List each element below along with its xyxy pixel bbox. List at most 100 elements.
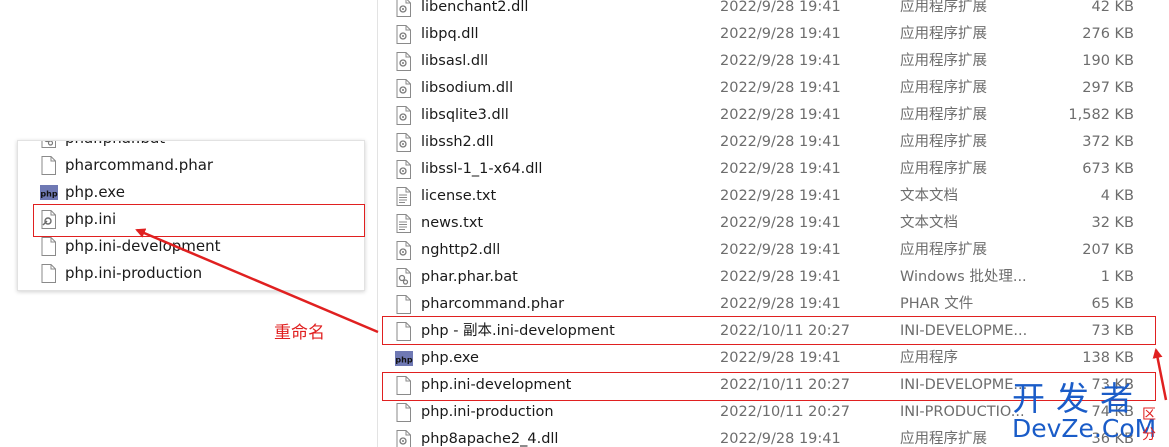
file-date: 2022/10/11 20:27 bbox=[720, 377, 850, 393]
file-name: pharcommand.phar bbox=[421, 296, 565, 312]
file-name: libsasl.dll bbox=[421, 53, 489, 69]
file-name: phar.phar.bat bbox=[421, 269, 518, 285]
file-name: libssl-1_1-x64.dll bbox=[421, 161, 543, 177]
file-date: 2022/9/28 19:41 bbox=[720, 242, 841, 258]
file-date: 2022/9/28 19:41 bbox=[720, 107, 841, 123]
zoom-file-row[interactable]: php php.exe bbox=[18, 179, 364, 206]
zoom-file-row[interactable]: php.ini-production bbox=[18, 260, 364, 287]
file-name: php.ini-production bbox=[421, 404, 554, 420]
dll-icon bbox=[395, 79, 413, 98]
file-type: 应用程序扩展 bbox=[900, 107, 987, 123]
file-date: 2022/9/28 19:41 bbox=[720, 296, 841, 312]
file-type: 应用程序扩展 bbox=[900, 242, 987, 258]
file-row[interactable]: php php.exe 2022/9/28 19:41 应用程序 138 KB bbox=[378, 345, 1169, 372]
file-row[interactable]: php.ini-development 2022/10/11 20:27 INI-D… bbox=[378, 372, 1169, 399]
file-type: INI-DEVELOPME... bbox=[900, 377, 1028, 393]
file-row[interactable]: phar.phar.bat 2022/9/28 19:41 Windows 批处理.… bbox=[378, 264, 1169, 291]
file-size: 1,582 KB bbox=[1068, 107, 1134, 123]
zoom-file-row[interactable]: php.ini-development bbox=[18, 233, 364, 260]
file-date: 2022/10/11 20:27 bbox=[720, 404, 850, 420]
file-size: 4 KB bbox=[1100, 188, 1134, 204]
file-name: php.exe bbox=[421, 350, 479, 366]
file-row[interactable]: libpq.dll 2022/9/28 19:41 应用程序扩展 276 KB bbox=[378, 21, 1169, 48]
file-type: 应用程序扩展 bbox=[900, 431, 987, 447]
text-file-icon bbox=[395, 214, 413, 233]
zoom-file-row[interactable]: php.ini bbox=[18, 206, 364, 233]
file-name: libsodium.dll bbox=[421, 80, 514, 96]
file-row[interactable]: php - 副本.ini-development 2022/10/11 20:27… bbox=[378, 318, 1169, 345]
file-name: libenchant2.dll bbox=[421, 0, 529, 15]
zoom-file-row[interactable] bbox=[18, 287, 364, 290]
file-size: 190 KB bbox=[1082, 53, 1134, 69]
file-type: INI-DEVELOPME... bbox=[900, 323, 1028, 339]
dll-icon bbox=[395, 52, 413, 71]
file-list-pane[interactable]: libenchant2.dll 2022/9/28 19:41 应用程序扩展 42 K… bbox=[377, 0, 1169, 447]
dll-icon bbox=[395, 106, 413, 125]
zoomed-file-list: phar.phar.batpharcommand.pharphpphp.exep… bbox=[17, 140, 365, 291]
file-type: 应用程序 bbox=[900, 350, 958, 366]
file-size: 297 KB bbox=[1082, 80, 1134, 96]
zoom-file-row[interactable]: pharcommand.phar bbox=[18, 152, 364, 179]
file-size: 138 KB bbox=[1082, 350, 1134, 366]
batch-file-icon bbox=[395, 268, 413, 287]
dll-icon bbox=[395, 430, 413, 447]
file-type: 文本文档 bbox=[900, 215, 958, 231]
file-date: 2022/9/28 19:41 bbox=[720, 80, 841, 96]
blank-file-icon bbox=[395, 376, 413, 395]
file-size: 1 KB bbox=[1100, 269, 1134, 285]
zoom-file-name: php.ini-development bbox=[65, 237, 221, 255]
file-size: 276 KB bbox=[1082, 26, 1134, 42]
file-row[interactable]: libssl-1_1-x64.dll 2022/9/28 19:41 应用程序扩展 6… bbox=[378, 156, 1169, 183]
file-size: 74 KB bbox=[1091, 404, 1134, 420]
file-name: libsqlite3.dll bbox=[421, 107, 509, 123]
dll-icon bbox=[395, 241, 413, 260]
blank-file-icon bbox=[40, 264, 58, 283]
file-size: 673 KB bbox=[1082, 161, 1134, 177]
file-size: 207 KB bbox=[1082, 242, 1134, 258]
dll-icon bbox=[395, 160, 413, 179]
zoom-file-name: php.ini-production bbox=[65, 264, 203, 282]
file-date: 2022/9/28 19:41 bbox=[720, 431, 841, 447]
file-date: 2022/9/28 19:41 bbox=[720, 215, 841, 231]
file-date: 2022/9/28 19:41 bbox=[720, 269, 841, 285]
ini-settings-icon bbox=[40, 210, 58, 229]
file-row[interactable]: news.txt 2022/9/28 19:41 文本文档 32 KB bbox=[378, 210, 1169, 237]
file-row[interactable]: license.txt 2022/9/28 19:41 文本文档 4 KB bbox=[378, 183, 1169, 210]
file-date: 2022/9/28 19:41 bbox=[720, 188, 841, 204]
file-row[interactable]: libsasl.dll 2022/9/28 19:41 应用程序扩展 190 KB bbox=[378, 48, 1169, 75]
file-size: 42 KB bbox=[1091, 0, 1134, 15]
file-type: 应用程序扩展 bbox=[900, 161, 987, 177]
file-date: 2022/9/28 19:41 bbox=[720, 350, 841, 366]
file-name: libpq.dll bbox=[421, 26, 479, 42]
svg-text:php: php bbox=[40, 190, 57, 199]
php-exe-icon: php bbox=[395, 349, 413, 368]
blank-file-icon bbox=[395, 295, 413, 314]
zoom-file-name: php.exe bbox=[65, 183, 125, 201]
file-name: news.txt bbox=[421, 215, 484, 231]
file-type: Windows 批处理... bbox=[900, 269, 1027, 285]
file-row[interactable]: php8apache2_4.dll 2022/9/28 19:41 应用程序扩展 36… bbox=[378, 426, 1169, 447]
zoom-file-row[interactable]: phar.phar.bat bbox=[18, 141, 364, 152]
file-type: 应用程序扩展 bbox=[900, 26, 987, 42]
blank-file-icon bbox=[395, 322, 413, 341]
file-row[interactable]: libenchant2.dll 2022/9/28 19:41 应用程序扩展 42 K… bbox=[378, 0, 1169, 21]
zoom-file-name: pharcommand.phar bbox=[65, 156, 214, 174]
file-row[interactable]: libssh2.dll 2022/9/28 19:41 应用程序扩展 372 KB bbox=[378, 129, 1169, 156]
file-type: INI-PRODUCTIO... bbox=[900, 404, 1025, 420]
file-row[interactable]: php.ini-production 2022/10/11 20:27 INI-PR… bbox=[378, 399, 1169, 426]
file-date: 2022/9/28 19:41 bbox=[720, 26, 841, 42]
file-size: 65 KB bbox=[1091, 296, 1134, 312]
rename-label: 重命名 bbox=[274, 323, 325, 343]
file-type: PHAR 文件 bbox=[900, 296, 974, 312]
file-date: 2022/10/11 20:27 bbox=[720, 323, 850, 339]
file-row[interactable]: nghttp2.dll 2022/9/28 19:41 应用程序扩展 207 KB bbox=[378, 237, 1169, 264]
file-row[interactable]: libsodium.dll 2022/9/28 19:41 应用程序扩展 297 KB bbox=[378, 75, 1169, 102]
file-row[interactable]: libsqlite3.dll 2022/9/28 19:41 应用程序扩展 1,582… bbox=[378, 102, 1169, 129]
dll-icon bbox=[395, 133, 413, 152]
file-size: 73 KB bbox=[1091, 323, 1134, 339]
svg-text:php: php bbox=[395, 356, 412, 365]
file-size: 372 KB bbox=[1082, 134, 1134, 150]
dll-icon bbox=[395, 25, 413, 44]
file-row[interactable]: pharcommand.phar 2022/9/28 19:41 PHAR 文件 65… bbox=[378, 291, 1169, 318]
blank-file-icon bbox=[395, 403, 413, 422]
